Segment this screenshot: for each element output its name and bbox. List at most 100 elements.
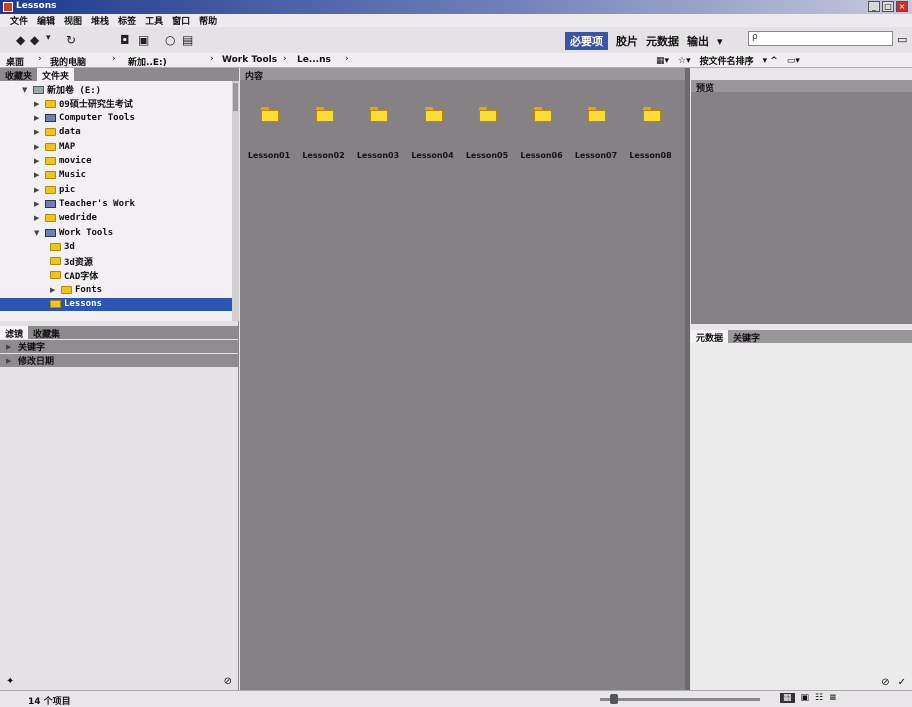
tab-favorites[interactable]: 收藏夹 bbox=[0, 68, 37, 82]
tab-keywords[interactable]: 关键字 bbox=[728, 330, 765, 344]
folder-thumbnail[interactable]: Lesson03 bbox=[352, 107, 404, 167]
scroll-thumb[interactable] bbox=[233, 83, 238, 111]
slider-knob[interactable] bbox=[610, 694, 618, 704]
maximize-button[interactable]: □ bbox=[882, 1, 894, 12]
rotate-icon[interactable]: ○ bbox=[165, 33, 175, 47]
folder-thumbnail[interactable]: Lesson05 bbox=[461, 107, 513, 167]
rating-filter-icon[interactable]: ☆▾ bbox=[678, 56, 691, 66]
dropdown-icon[interactable]: ▾ bbox=[46, 33, 51, 43]
menu-stack[interactable]: 堆栈 bbox=[91, 14, 109, 27]
tree-item[interactable]: CAD字体 bbox=[50, 269, 98, 282]
tab-metadata[interactable]: 元数据 bbox=[691, 330, 729, 344]
menu-tools[interactable]: 工具 bbox=[145, 14, 163, 27]
sort-dropdown[interactable]: 按文件名排序 bbox=[700, 54, 754, 67]
apply-icon[interactable]: ✓ bbox=[898, 677, 906, 688]
workspace-menu-icon[interactable]: ▾ bbox=[717, 35, 723, 48]
folder-thumbnail[interactable]: Lesson08 bbox=[625, 107, 677, 167]
breadcrumb-computer[interactable]: 我的电脑 bbox=[50, 55, 86, 68]
view-list-icon[interactable]: ≡ bbox=[829, 693, 837, 703]
tree-item[interactable]: ▶ movice bbox=[34, 155, 92, 168]
expand-icon[interactable]: ▶ bbox=[34, 186, 42, 194]
expand-icon[interactable]: ▶ bbox=[34, 100, 42, 108]
menu-edit[interactable]: 编辑 bbox=[37, 14, 55, 27]
clear-icon[interactable]: ⊘ bbox=[881, 677, 889, 688]
reveal-icon[interactable]: ↻ bbox=[66, 33, 76, 47]
expand-icon[interactable]: ▶ bbox=[34, 143, 42, 151]
tree-item[interactable]: ▶ 09硕士研究生考试 bbox=[34, 97, 133, 110]
clear-filter-icon[interactable]: ⊘ bbox=[224, 676, 232, 687]
expand-icon[interactable]: ▶ bbox=[34, 157, 42, 165]
breadcrumb-desktop[interactable]: 桌面 bbox=[6, 55, 24, 68]
tab-collections[interactable]: 收藏集 bbox=[28, 326, 65, 340]
workspace-output[interactable]: 输出 bbox=[687, 33, 709, 49]
breadcrumb-drive[interactable]: 新加..E:) bbox=[128, 55, 167, 68]
tree-item[interactable]: ▶ MAP bbox=[34, 140, 75, 153]
expand-icon: ▶ bbox=[6, 342, 12, 351]
tree-item[interactable]: Lessons bbox=[0, 297, 232, 311]
folder-thumbnail[interactable]: Lesson02 bbox=[298, 107, 350, 167]
folder-thumbnail[interactable]: Lesson06 bbox=[516, 107, 568, 167]
quality-icon[interactable]: ▦▾ bbox=[656, 56, 669, 66]
tree-scrollbar[interactable] bbox=[232, 81, 239, 321]
expand-icon[interactable]: ▶ bbox=[34, 200, 42, 208]
expand-icon[interactable]: ▶ bbox=[34, 114, 42, 122]
tree-item[interactable]: ▼ 新加卷 (E:) bbox=[22, 83, 101, 96]
back-icon[interactable]: ◆ bbox=[16, 33, 25, 47]
tab-filter[interactable]: 滤镜 bbox=[0, 326, 29, 340]
tree-item[interactable]: 3d bbox=[50, 240, 75, 253]
folder-icon bbox=[45, 171, 56, 180]
expand-icon[interactable]: ▶ bbox=[34, 128, 42, 136]
close-button[interactable]: × bbox=[896, 1, 908, 12]
camera-icon[interactable]: ◘ bbox=[120, 33, 130, 47]
new-folder-icon[interactable]: ▭▾ bbox=[787, 56, 800, 66]
content-scrollbar[interactable] bbox=[685, 68, 690, 690]
workspace-filmstrip[interactable]: 胶片 bbox=[616, 33, 638, 49]
folder-thumbnail[interactable]: Lesson04 bbox=[407, 107, 459, 167]
filter-keywords[interactable]: ▶ 关键字 bbox=[0, 340, 238, 353]
folder-thumbnail[interactable]: Lesson01 bbox=[243, 107, 295, 167]
view-details-icon[interactable]: ☷ bbox=[815, 693, 823, 703]
minimize-button[interactable]: _ bbox=[868, 1, 880, 12]
breadcrumb-worktools[interactable]: Work Tools bbox=[222, 55, 277, 65]
thumbnail-size-slider[interactable] bbox=[600, 698, 760, 701]
workspace-metadata[interactable]: 元数据 bbox=[646, 33, 679, 49]
status-bar: 14 个项目 ▦ ▣ ☷ ≡ bbox=[0, 690, 912, 707]
tree-item[interactable]: ▶ data bbox=[34, 126, 81, 139]
open-recent-icon[interactable]: ▤ bbox=[182, 33, 193, 47]
sort-direction-icon[interactable]: ▾ ^ bbox=[763, 56, 778, 66]
forward-icon[interactable]: ◆ bbox=[30, 33, 39, 47]
menu-help[interactable]: 帮助 bbox=[199, 14, 217, 27]
collapse-icon[interactable]: ▼ bbox=[34, 229, 42, 237]
tree-item[interactable]: ▶ Music bbox=[34, 169, 86, 182]
filter-date-modified[interactable]: ▶ 修改日期 bbox=[0, 354, 238, 367]
tree-item[interactable]: ▼ Work Tools bbox=[34, 226, 113, 239]
lock-thumbnail-grid-icon[interactable]: ▦ bbox=[780, 693, 795, 703]
tree-item[interactable]: ▶ wedride bbox=[34, 212, 97, 225]
expand-icon[interactable]: ▶ bbox=[34, 214, 42, 222]
menu-file[interactable]: 文件 bbox=[10, 14, 28, 27]
folder-icon bbox=[45, 114, 56, 123]
menu-view[interactable]: 视图 bbox=[64, 14, 82, 27]
tree-item[interactable]: ▶ Teacher's Work bbox=[34, 197, 135, 210]
tab-folders[interactable]: 文件夹 bbox=[37, 68, 75, 82]
view-thumbnails-icon[interactable]: ▣ bbox=[801, 693, 810, 703]
tree-item[interactable]: ▶ Computer Tools bbox=[34, 112, 135, 125]
expand-icon[interactable]: ▶ bbox=[34, 171, 42, 179]
folder-thumbnail[interactable]: Lesson07 bbox=[570, 107, 622, 167]
pin-icon[interactable]: ✦ bbox=[6, 676, 14, 687]
workspace-essentials[interactable]: 必要项 bbox=[565, 32, 608, 50]
tree-item[interactable]: 3d资源 bbox=[50, 255, 93, 268]
breadcrumb-lessons[interactable]: Le...ns bbox=[297, 55, 331, 65]
collapse-icon[interactable]: ▼ bbox=[22, 86, 30, 94]
breadcrumb-separator: › bbox=[345, 54, 349, 64]
search-input[interactable]: ρ bbox=[748, 31, 893, 46]
tree-item[interactable]: ▶ Fonts bbox=[50, 283, 102, 296]
folder-icon bbox=[45, 185, 56, 194]
refine-icon[interactable]: ▣ bbox=[138, 33, 149, 47]
menu-window[interactable]: 窗口 bbox=[172, 14, 190, 27]
sync-icon[interactable]: ▭ bbox=[897, 33, 907, 46]
menu-label[interactable]: 标签 bbox=[118, 14, 136, 27]
drive-icon bbox=[33, 85, 44, 94]
expand-icon[interactable]: ▶ bbox=[50, 286, 58, 294]
tree-item[interactable]: ▶ pic bbox=[34, 183, 75, 196]
